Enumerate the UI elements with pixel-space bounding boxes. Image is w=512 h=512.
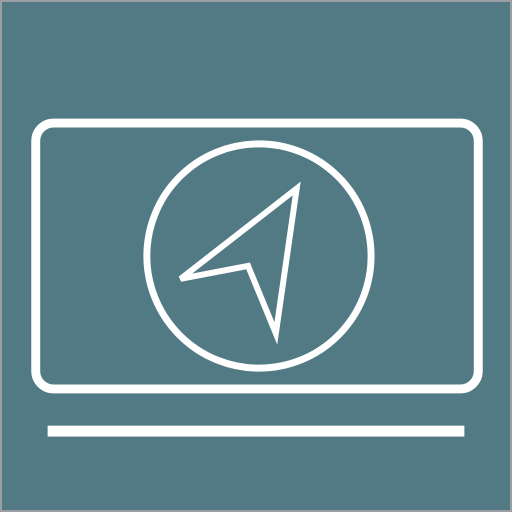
navigation-display-icon xyxy=(2,2,510,510)
app-icon xyxy=(0,0,512,512)
base-line xyxy=(47,425,465,437)
